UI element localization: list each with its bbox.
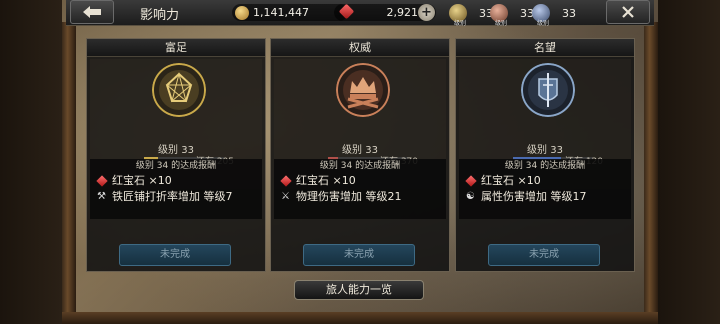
gold-counter: 1,141,447	[232, 4, 348, 21]
wealth-badge-icon: 级别	[449, 4, 467, 27]
reward-box: 级别 34 的达成报酬 红宝石 ×10 ⚒ 铁匠铺打折率增加 等级7	[90, 159, 262, 219]
right-frame	[644, 22, 658, 324]
close-icon	[622, 6, 634, 18]
reward-box: 级别 34 的达成报酬 红宝石 ×10 ☯ 属性伤害增加 等级17	[459, 159, 631, 219]
reward-title: 级别 34 的达成报酬	[319, 161, 401, 171]
element-icon: ☯	[466, 191, 475, 202]
close-button[interactable]	[606, 0, 650, 24]
incomplete-button[interactable]: 未完成	[119, 244, 231, 266]
badge-fame: 级别 33	[532, 2, 576, 27]
reward-line: ⚒ 铁匠铺打折率增加 等级7	[97, 190, 233, 203]
incomplete-button[interactable]: 未完成	[488, 244, 600, 266]
panel-title: 名望	[456, 39, 634, 57]
panel-title: 权威	[271, 39, 449, 57]
attack-icon: ⚔	[281, 191, 290, 202]
reward-line: 红宝石 ×10	[459, 173, 631, 189]
reward-title: 级别 34 的达成报酬	[504, 161, 586, 171]
gold-coin-icon	[235, 5, 249, 20]
panel-level: 级别 33	[158, 145, 194, 156]
influence-panel-wealth: 富足 级别 33 还有 205 级别 34 的达成报酬 红宝石 ×10 ⚒ 铁匠…	[86, 38, 266, 272]
badge-wealth: 级别 33	[449, 2, 493, 27]
authority-badge-icon: 级别	[490, 4, 508, 27]
panel-level: 级别 33	[527, 145, 563, 156]
traveler-abilities-button[interactable]: 旅人能力一览	[294, 280, 424, 300]
badge-authority: 级别 33	[490, 2, 534, 27]
incomplete-button[interactable]: 未完成	[303, 244, 415, 266]
panel-level: 级别 33	[342, 145, 378, 156]
reward-line: ☯ 属性伤害增加 等级17	[466, 190, 587, 203]
reward-title: 级别 34 的达成报酬	[135, 161, 217, 171]
gold-value: 1,141,447	[253, 6, 309, 19]
ruby-icon	[464, 175, 477, 187]
influence-panel-fame: 名望 级别 33 还有 120 级别 34 的达成报酬 红宝石 ×10 ☯ 属性…	[455, 38, 635, 272]
back-button[interactable]	[70, 0, 114, 24]
page-title: 影响力	[140, 8, 180, 23]
fame-badge-icon: 级别	[532, 4, 550, 27]
panel-title: 富足	[87, 39, 265, 57]
back-arrow-icon	[83, 6, 101, 18]
bottom-frame	[62, 312, 658, 324]
ruby-value: 2,921	[386, 6, 419, 19]
wealth-emblem-icon	[152, 63, 206, 117]
add-rubies-button[interactable]: +	[418, 4, 435, 21]
hammer-icon: ⚒	[97, 191, 106, 202]
ruby-icon	[95, 175, 108, 187]
reward-box: 级别 34 的达成报酬 红宝石 ×10 ⚔ 物理伤害增加 等级21	[274, 159, 446, 219]
left-frame	[62, 22, 76, 324]
reward-line: 红宝石 ×10	[274, 173, 446, 189]
ruby-icon	[279, 175, 292, 187]
reward-line: 红宝石 ×10	[90, 173, 262, 189]
right-edge	[658, 0, 720, 324]
left-edge	[0, 0, 62, 324]
reward-line: ⚔ 物理伤害增加 等级21	[281, 190, 402, 203]
ruby-icon	[338, 3, 355, 20]
authority-emblem-icon	[336, 63, 390, 117]
fame-emblem-icon	[521, 63, 575, 117]
influence-panel-authority: 权威 级别 33 还有 370 级别 34 的达成报酬 红宝石 ×10 ⚔ 物理…	[270, 38, 450, 272]
